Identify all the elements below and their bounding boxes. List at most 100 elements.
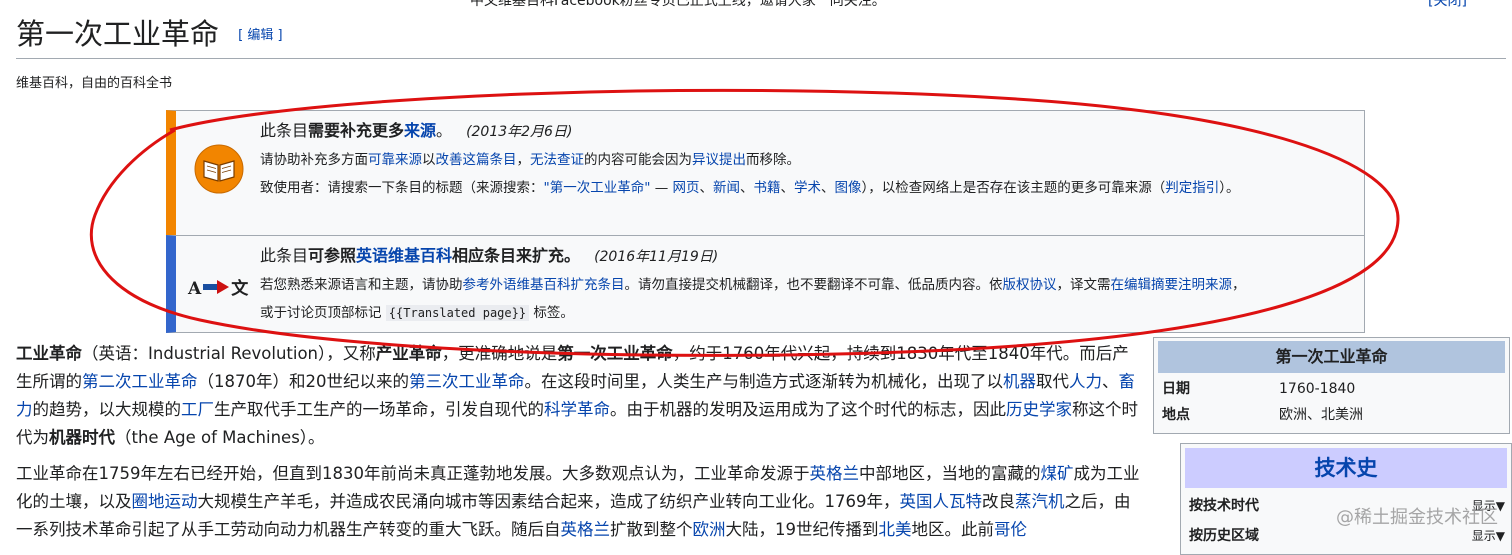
article-text: 地区。此前 (911, 520, 995, 539)
notice-text: 以 (422, 152, 436, 168)
reliable-sources-link[interactable]: 可靠来源 (368, 152, 422, 168)
license-link[interactable]: 版权协议 (1003, 277, 1057, 293)
translate-icon-b: 文 (231, 279, 249, 299)
article-link[interactable]: 机器 (1003, 372, 1036, 391)
article-text: 扩散到整个 (610, 520, 693, 539)
article-text: （1870年）和20世纪以来的 (197, 372, 410, 391)
sources-link[interactable]: 来源 (404, 121, 436, 140)
notice-bold-text: 可参照 (308, 246, 357, 265)
article-link[interactable]: 北美 (879, 520, 912, 539)
refimprove-line3: 致使用者：请搜索一下条目的标题（来源搜索："第一次工业革命" — 网页、新闻、书… (260, 174, 1344, 202)
article-link[interactable]: 煤矿 (1040, 464, 1073, 483)
search-scholar-link[interactable]: 学术 (794, 180, 821, 196)
arrow-right-icon (203, 280, 230, 294)
separator: 、 (821, 180, 835, 196)
term-bold: 工业革命 (16, 344, 82, 363)
article-link[interactable]: 历史学家 (1006, 400, 1072, 419)
article-link[interactable]: 科学革命 (544, 400, 610, 419)
term-bold: 产业革命 (375, 344, 442, 363)
challenged-link[interactable]: 异议提出 (692, 152, 746, 168)
expand-headline: 此条目可参照英语维基百科相应条目来扩充。 (2016年11月19日) (260, 242, 1344, 271)
book-icon (194, 141, 244, 199)
translate-icon: A文 (188, 274, 248, 299)
notice-text: ， (516, 152, 531, 168)
infobox-value: 1760-1840 (1279, 381, 1356, 397)
paragraph-intro: 工业革命（英语：Industrial Revolution），又称产业革命，更准… (16, 340, 1141, 452)
article-text: 的趋势，以大规模的 (32, 400, 182, 419)
article-text: 、 (1102, 372, 1119, 391)
improve-article-link[interactable]: 改善这篇条目 (436, 152, 517, 168)
infobox-value: 欧洲、北美洲 (1279, 407, 1363, 423)
notice-text: 标签。 (529, 305, 574, 321)
separator: 、 (780, 180, 795, 196)
article-body: 工业革命（英语：Industrial Revolution），又称产业革命，更准… (16, 340, 1141, 552)
juejin-watermark: @稀土掘金技术社区 (1336, 507, 1498, 528)
notice-text: 或于讨论页顶部标记 (260, 305, 386, 321)
edit-summary-link[interactable]: 在编辑摘要注明来源 (1111, 277, 1233, 293)
term-bold: 机器时代 (49, 428, 115, 447)
notice-text: 请协助补充多方面 (260, 152, 368, 168)
article-text: 大规模生产羊毛，并造成农民涌向城市等因素结合起来，造成了纺织产业转向工业化。17… (197, 492, 900, 511)
english-wikipedia-link[interactable]: 英语维基百科 (356, 246, 452, 265)
site-notice-hide-link[interactable]: [关闭] (1428, 0, 1467, 10)
separator: 、 (699, 180, 714, 196)
refimprove-line2: 请协助补充多方面可靠来源以改善这篇条目，无法查证的内容可能会因为异议提出而移除。 (260, 146, 1344, 174)
expand-body: 此条目可参照英语维基百科相应条目来扩充。 (2016年11月19日) 若您熟悉来源… (260, 242, 1344, 327)
tech-history-navbox: 技术史 按技术时代 显示▼ 按历史区域 显示▼ (1180, 443, 1512, 555)
search-news-link[interactable]: 新闻 (713, 180, 740, 196)
article-link[interactable]: 英国人瓦特 (900, 492, 983, 511)
search-web-link[interactable]: 网页 (673, 180, 700, 196)
notice-text: ，译文需 (1056, 277, 1111, 293)
notice-text: 。 (436, 121, 453, 140)
notice-bold-text: 相应条目来扩充。 (452, 246, 581, 265)
notice-text: ， (1232, 277, 1246, 293)
refimprove-body: 此条目需要补充更多来源。 (2013年2月6日) 请协助补充多方面可靠来源以改善这… (260, 117, 1344, 202)
page-title: 第一次工业革命 (16, 17, 220, 51)
article-link[interactable]: 英格兰 (809, 464, 859, 483)
article-text: 工业革命在1759年左右已经开始，但直到1830年前尚未真正蓬勃地发展。大多数观… (16, 464, 810, 483)
article-text: ，更准确地说是 (441, 344, 558, 363)
article-link[interactable]: 哥伦 (994, 520, 1027, 539)
article-link[interactable]: 圈地运动 (132, 492, 198, 511)
notice-text: 而移除。 (746, 152, 800, 168)
notice-text: ）。 (1219, 180, 1240, 196)
infobox: 第一次工业革命 日期 1760-1840 地点 欧洲、北美洲 (1153, 337, 1510, 434)
refimprove-headline: 此条目需要补充更多来源。 (2013年2月6日) (260, 117, 1344, 146)
article-link[interactable]: 欧洲 (693, 520, 726, 539)
article-link[interactable]: 第二次工业革命 (82, 372, 198, 391)
notice-text: ），以检查网络上是否存在该主题的更多可靠来源（ (861, 180, 1166, 196)
infobox-label: 地点 (1162, 407, 1190, 423)
article-text: （英语：Industrial Revolution），又称 (82, 344, 376, 363)
notice-text: 致使用者：请搜索一下条目的标题（来源搜索： (260, 180, 544, 196)
article-text: 中部地区，当地的富藏的 (858, 464, 1041, 483)
article-link[interactable]: 人力 (1069, 372, 1102, 391)
infobox-title: 第一次工业革命 (1158, 341, 1505, 373)
article-text: 。由于机器的发明及运用成为了这个时代的标志，因此 (610, 400, 1006, 419)
navbox-title-link[interactable]: 技术史 (1185, 448, 1507, 488)
notice-date: (2013年2月6日) (466, 124, 573, 140)
paragraph-history: 工业革命在1759年左右已经开始，但直到1830年前尚未真正蓬勃地发展。大多数观… (16, 460, 1141, 544)
article-text: 取代 (1036, 372, 1069, 391)
article-text: 改良 (982, 492, 1015, 511)
separator: 、 (740, 180, 754, 196)
article-link[interactable]: 第三次工业革命 (409, 372, 525, 391)
site-notice: 中文维基百科Facebook粉丝专页已正式上线，邀请大家一同关注。 [关闭] (0, 0, 1512, 9)
term-bold: 第一次工业革命 (557, 344, 673, 363)
article-link[interactable]: 英格兰 (561, 520, 611, 539)
search-books-link[interactable]: 书籍 (754, 180, 781, 196)
refimprove-notice: 此条目需要补充更多来源。 (2013年2月6日) 请协助补充多方面可靠来源以改善这… (166, 110, 1365, 236)
article-text: 大陆，19世纪传播到 (725, 520, 879, 539)
article-link[interactable]: 工厂 (181, 400, 214, 419)
unverifiable-link[interactable]: 无法查证 (530, 152, 584, 168)
edit-link[interactable]: [ 编辑 ] (238, 24, 282, 43)
title-row: 第一次工业革命 [ 编辑 ] (16, 14, 1506, 59)
guideline-link[interactable]: 判定指引 (1165, 180, 1219, 196)
article-text: 。在这段时间里，人类生产与制造方式逐渐转为机械化，出现了以 (524, 372, 1004, 391)
infobox-row-place: 地点 欧洲、北美洲 (1162, 402, 1502, 428)
expand-article-link[interactable]: 参考外语维基百科扩充条目 (463, 277, 625, 293)
template-code: {{Translated page}} (385, 305, 530, 321)
search-title-link[interactable]: "第一次工业革命" (544, 180, 651, 196)
search-images-link[interactable]: 图像 (835, 180, 862, 196)
infobox-row-date: 日期 1760-1840 (1162, 376, 1502, 402)
article-link[interactable]: 蒸汽机 (1015, 492, 1065, 511)
